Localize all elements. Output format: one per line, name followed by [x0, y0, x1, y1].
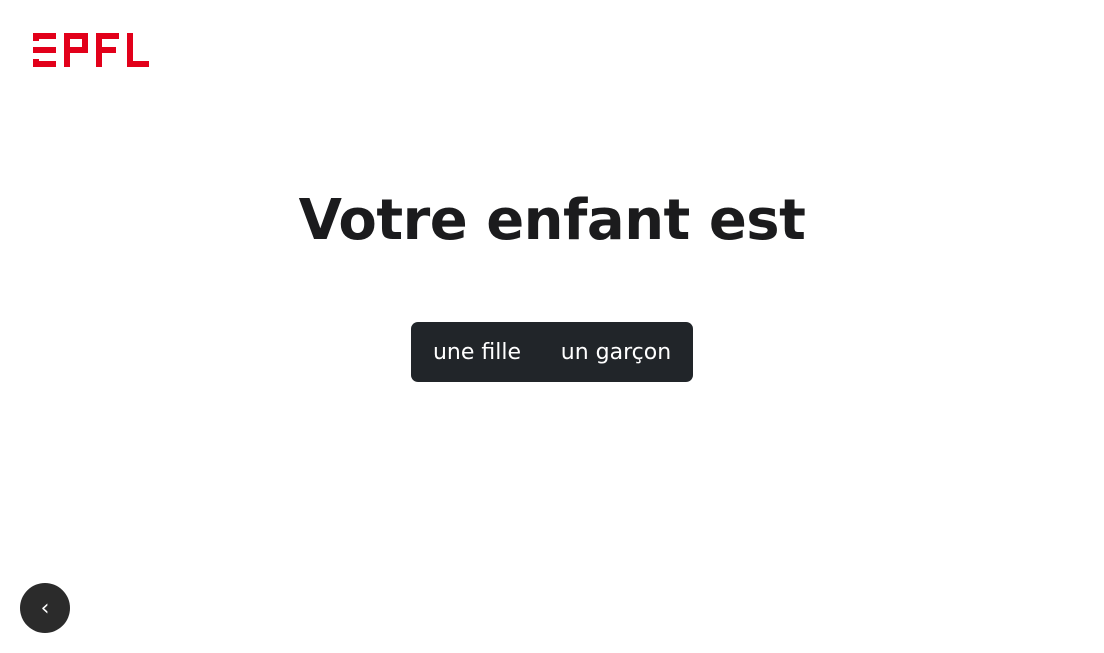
option-boy-button[interactable]: un garçon [541, 322, 693, 382]
page: Votre enfant est une fille un garçon ‹ [0, 0, 1104, 653]
back-button[interactable]: ‹ [20, 583, 70, 633]
chevron-left-icon: ‹ [40, 595, 50, 621]
gender-choice-group: une fille un garçon [411, 322, 693, 382]
option-girl-button[interactable]: une fille [411, 322, 541, 382]
epfl-logo [33, 33, 149, 67]
page-title: Votre enfant est [298, 188, 806, 253]
